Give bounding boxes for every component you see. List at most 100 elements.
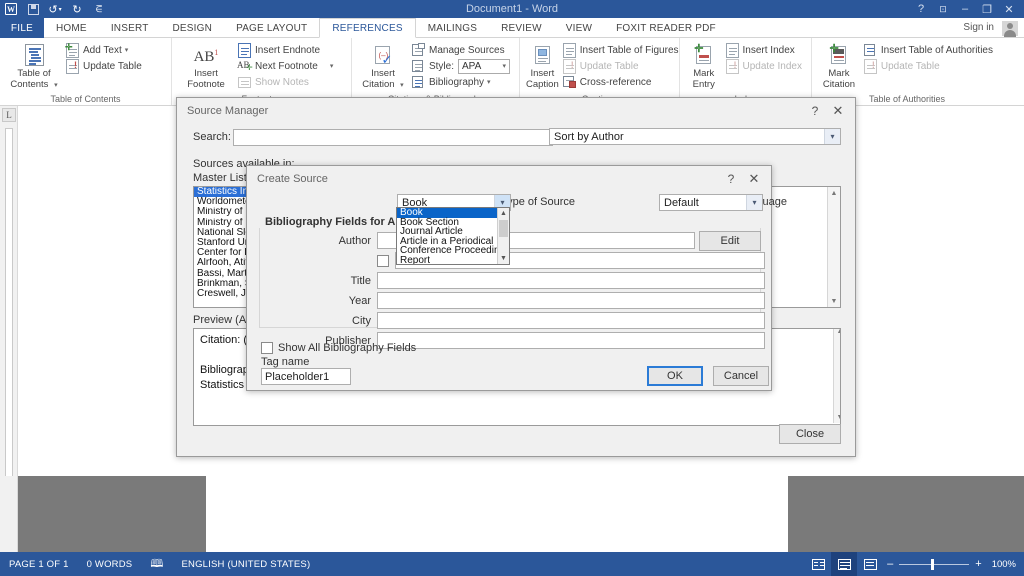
insert-caption-button[interactable]: Insert Caption [526, 40, 559, 90]
source-manager-close-button[interactable]: Close [779, 424, 841, 444]
language-combo[interactable]: Default ▾ [659, 194, 763, 211]
mark-entry-button[interactable]: ✛ Mark Entry [686, 40, 722, 91]
show-notes-icon [237, 75, 252, 89]
zoom-level[interactable]: 100% [986, 559, 1024, 570]
tab-review[interactable]: REVIEW [489, 18, 554, 38]
tag-name-input[interactable] [261, 368, 351, 385]
create-source-help-icon[interactable]: ? [721, 167, 741, 191]
word-count[interactable]: 0 WORDS [78, 552, 142, 576]
tab-mailings[interactable]: MAILINGS [416, 18, 489, 38]
search-input[interactable] [233, 128, 553, 146]
mark-citation-button[interactable]: ✛ Mark Citation [818, 40, 860, 91]
scroll-down-icon[interactable]: ▼ [498, 253, 509, 264]
restore-button[interactable]: ❐ [976, 0, 998, 18]
update-table-captions-button: ! Update Table [559, 58, 682, 74]
language-indicator[interactable]: ENGLISH (UNITED STATES) [173, 552, 320, 576]
bibliography-button[interactable]: Bibliography ▾ [408, 74, 513, 90]
zoom-slider-thumb[interactable] [931, 558, 935, 570]
cross-reference-label: Cross-reference [579, 76, 652, 88]
insert-table-of-figures-button[interactable]: Insert Table of Figures [559, 42, 682, 58]
ribbon-display-options-icon[interactable]: ⊡ [932, 0, 954, 18]
title-bar: W ↺ ▾ ↻ ⋶ Document1 - Word ? ⊡ – ❐ ✕ [0, 0, 1024, 18]
zoom-out-button[interactable]: – [887, 558, 893, 570]
scroll-up-icon[interactable]: ▲ [828, 187, 840, 199]
scroll-up-icon[interactable]: ▲ [834, 329, 840, 337]
source-manager-close-icon[interactable]: ✕ [825, 99, 851, 123]
tab-insert[interactable]: INSERT [99, 18, 161, 38]
insert-table-of-authorities-button[interactable]: Insert Table of Authorities [860, 42, 996, 58]
cross-reference-button[interactable]: Cross-reference [559, 74, 682, 90]
insert-caption-label-2: Caption [526, 79, 559, 90]
ok-button[interactable]: OK [647, 366, 703, 386]
chevron-down-icon[interactable]: ▾ [746, 195, 762, 210]
cross-reference-icon [562, 75, 577, 89]
web-layout-icon [863, 558, 877, 570]
style-value-combo[interactable]: APA ▾ [458, 58, 510, 74]
chevron-down-icon[interactable]: ▾ [824, 129, 840, 144]
tab-references[interactable]: REFERENCES [319, 18, 416, 38]
title-input[interactable] [377, 272, 765, 289]
next-footnote-button[interactable]: AB ✛ Next Footnote ▾ [234, 58, 336, 74]
show-notes-button: Show Notes [234, 74, 336, 90]
read-mode-button[interactable] [805, 552, 831, 576]
create-source-close-icon[interactable]: ✕ [741, 167, 767, 191]
help-icon[interactable]: ? [910, 0, 932, 18]
show-all-bibliography-fields-checkbox[interactable] [261, 342, 273, 354]
cancel-button[interactable]: Cancel [713, 366, 769, 386]
tab-stop-selector[interactable]: L [2, 108, 16, 122]
master-list-label: Master List [193, 172, 247, 184]
update-table-icon: ! [65, 59, 80, 74]
update-table-toc-button[interactable]: ! Update Table [62, 58, 145, 74]
source-manager-help-icon[interactable]: ? [805, 99, 825, 123]
scrollbar-thumb[interactable] [499, 220, 508, 237]
zoom-slider[interactable] [899, 558, 970, 570]
city-input[interactable] [377, 312, 765, 329]
insert-endnote-button[interactable]: Insert Endnote [234, 42, 336, 58]
next-footnote-icon: AB ✛ [237, 60, 253, 72]
current-list-scrollbar[interactable]: ▲ ▼ [827, 187, 840, 307]
table-of-contents-button[interactable]: Table of Contents ▾ [6, 40, 62, 91]
style-label: Style: [428, 60, 454, 72]
dropdown-option-report[interactable]: Report [397, 255, 509, 264]
year-input[interactable] [377, 292, 765, 309]
corporate-author-checkbox[interactable] [377, 254, 389, 267]
dropdown-scrollbar[interactable]: ▲ ▼ [497, 208, 509, 264]
show-all-bibliography-fields-row[interactable]: Show All Bibliography Fields [261, 342, 416, 354]
print-layout-button[interactable] [831, 552, 858, 576]
author-edit-button[interactable]: Edit [699, 231, 761, 251]
scroll-down-icon[interactable]: ▼ [834, 411, 840, 423]
publisher-input[interactable] [377, 332, 765, 349]
table-of-contents-icon [24, 42, 44, 68]
document-page-lower[interactable] [206, 476, 788, 552]
tab-page-layout[interactable]: PAGE LAYOUT [224, 18, 319, 38]
insert-footnote-button[interactable]: AB1 Insert Footnote [178, 40, 234, 90]
account-avatar-icon[interactable] [1002, 21, 1018, 37]
proofing-icon[interactable]: 🕮 [141, 552, 172, 576]
style-selector[interactable]: Style: APA ▾ [408, 58, 513, 74]
mark-citation-label-2: Citation [822, 79, 856, 90]
tab-view[interactable]: VIEW [554, 18, 604, 38]
sign-in-link[interactable]: Sign in [963, 18, 994, 38]
tab-design[interactable]: DESIGN [161, 18, 225, 38]
add-text-button[interactable]: ✛ Add Text ▾ [62, 42, 145, 58]
insert-index-button[interactable]: Insert Index [722, 42, 806, 58]
tab-home[interactable]: HOME [44, 18, 99, 38]
close-button[interactable]: ✕ [998, 0, 1020, 18]
zoom-control[interactable]: – + [883, 558, 986, 570]
insert-citation-button[interactable]: (–) ✓ Insert Citation ▾ [358, 40, 408, 91]
preview-scrollbar[interactable]: ▲ ▼ [833, 329, 840, 423]
type-of-source-dropdown-list[interactable]: Book Book Section Journal Article Articl… [396, 207, 510, 265]
scroll-down-icon[interactable]: ▼ [828, 295, 840, 307]
update-index-button: ! Update Index [722, 58, 806, 74]
page-indicator[interactable]: PAGE 1 OF 1 [0, 552, 78, 576]
minimize-button[interactable]: – [954, 0, 976, 18]
table-of-contents-label-1: Table of [17, 68, 51, 79]
tab-file[interactable]: FILE [0, 18, 44, 38]
scroll-up-icon[interactable]: ▲ [498, 208, 509, 219]
web-layout-button[interactable] [857, 552, 883, 576]
zoom-in-button[interactable]: + [975, 558, 981, 570]
tab-foxit-reader-pdf[interactable]: FOXIT READER PDF [604, 18, 728, 38]
manage-sources-button[interactable]: Manage Sources [408, 42, 513, 58]
sort-order-combo[interactable]: Sort by Author ▾ [549, 128, 841, 145]
update-table-authorities-label: Update Table [880, 60, 940, 72]
